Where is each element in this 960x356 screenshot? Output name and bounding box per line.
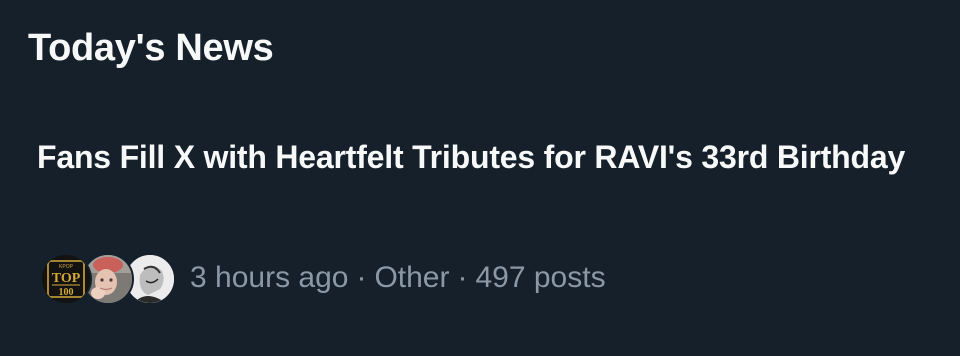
news-headline[interactable]: Fans Fill X with Heartfelt Tributes for … xyxy=(37,134,917,180)
news-meta: KPOP TOP 100 3 hours ago · Other · 497 p… xyxy=(40,250,606,306)
meta-separator: · xyxy=(356,261,367,294)
avatar-stack: KPOP TOP 100 xyxy=(40,250,176,306)
top100-logo-icon: KPOP TOP 100 xyxy=(42,255,90,303)
post-count: 497 posts xyxy=(475,261,606,294)
time-ago: 3 hours ago xyxy=(190,261,349,294)
news-item[interactable]: Fans Fill X with Heartfelt Tributes for … xyxy=(0,120,960,330)
top100-logo-avatar: KPOP TOP 100 xyxy=(40,253,92,305)
logo-top-text: TOP xyxy=(52,271,81,286)
section-title: Today's News xyxy=(28,27,274,69)
logo-small-text: KPOP xyxy=(59,264,74,270)
meta-separator: · xyxy=(457,261,468,294)
category-label: Other xyxy=(374,261,450,294)
logo-bottom-text: 100 xyxy=(59,287,74,298)
